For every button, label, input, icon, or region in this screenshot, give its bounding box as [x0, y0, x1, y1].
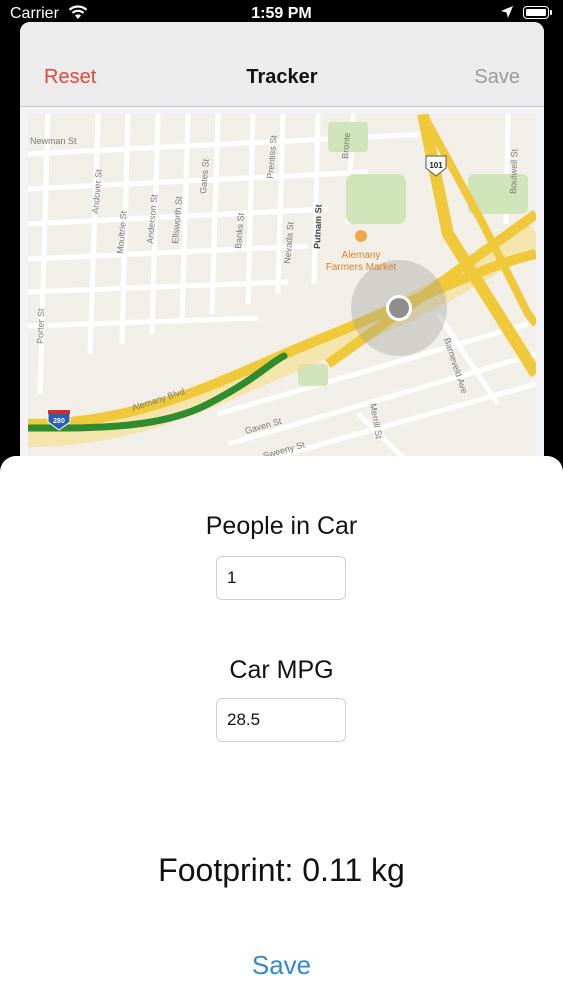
clock: 1:59 PM — [251, 5, 312, 22]
street-label: Putnam St — [312, 204, 324, 249]
page-title: Tracker — [246, 66, 318, 88]
svg-text:101: 101 — [429, 161, 443, 170]
street-label: Boutwell St — [508, 148, 520, 194]
market-pin-icon — [355, 230, 367, 242]
poi-label: Farmers Market — [326, 262, 397, 273]
map-canvas: Newman St Andover St Moultrie St Anderso… — [28, 114, 536, 462]
poi-label: Alemany — [342, 250, 381, 261]
street-label: Newman St — [30, 136, 77, 146]
svg-text:280: 280 — [53, 418, 65, 425]
street-label: Porter St — [35, 308, 46, 344]
people-in-car-field[interactable]: 1 — [216, 556, 346, 600]
battery-icon — [523, 6, 552, 19]
nav-save-button[interactable]: Save — [474, 66, 520, 89]
bottom-sheet: People in Car 1 Car MPG 28.5 Footprint: … — [0, 456, 563, 1000]
location-arrow-icon — [501, 6, 513, 18]
save-button[interactable]: Save — [0, 950, 563, 981]
route-map[interactable]: Newman St Andover St Moultrie St Anderso… — [28, 114, 536, 462]
footprint-result: Footprint: 0.11 kg — [158, 852, 405, 888]
car-mpg-label: Car MPG — [229, 656, 334, 684]
tracker-card: Reset Tracker Save Newman St Andover St … — [20, 22, 544, 462]
people-in-car-label: People in Car — [205, 512, 358, 540]
car-mpg-field[interactable]: 28.5 — [216, 698, 346, 742]
navigation-bar: Reset Tracker Save — [20, 22, 544, 107]
